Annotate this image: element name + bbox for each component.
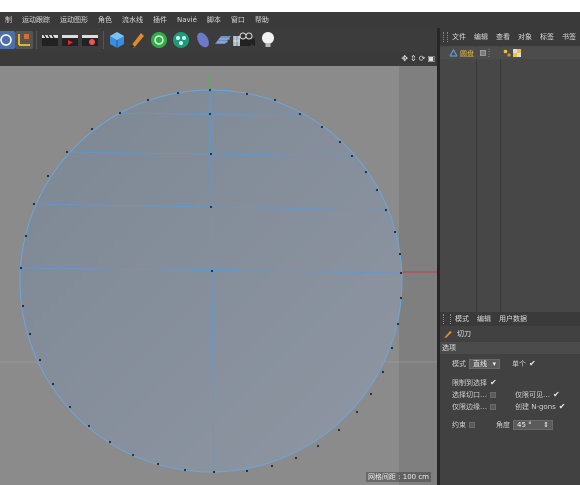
am-menu-item[interactable]: 用户数据 — [495, 314, 531, 324]
single-label: 单个 — [512, 360, 526, 368]
create-ngons-checkbox[interactable]: ✔ — [559, 403, 566, 411]
angle-field[interactable]: 45 ° ⇕ — [513, 420, 553, 430]
top-margin — [0, 0, 580, 12]
disc-object-icon — [449, 49, 458, 57]
toolbar-separator — [36, 31, 37, 49]
menu-item[interactable]: 运动图形 — [55, 12, 93, 28]
om-menu-item[interactable]: 编辑 — [470, 32, 492, 42]
subdivision-surface-icon[interactable] — [149, 30, 169, 50]
menu-item[interactable]: 运动跟踪 — [17, 12, 55, 28]
rotate-icon[interactable]: ⟳ — [419, 54, 426, 64]
object-row[interactable]: 圆盘 :: — [440, 47, 580, 59]
render-view-icon[interactable] — [40, 30, 60, 50]
menu-item[interactable]: Navié — [172, 12, 202, 28]
menu-item[interactable]: 帮助 — [250, 12, 274, 28]
main-toolbar — [0, 28, 437, 52]
mode-row: 模式 直线 ▾ — [452, 359, 500, 369]
object-manager-menu: 文件 编辑 查看 对象 标签 书签 — [440, 28, 580, 46]
render-picture-viewer-icon[interactable] — [60, 30, 80, 50]
mode-dropdown[interactable]: 直线 ▾ — [469, 359, 500, 369]
restrict-row: 限制到选择 ✔ — [452, 378, 497, 388]
create-ngons-label: 创建 N-gons — [515, 403, 556, 411]
angle-value: 45 ° — [517, 421, 532, 429]
camera-icon[interactable] — [237, 30, 257, 50]
om-menu-item[interactable]: 查看 — [492, 32, 514, 42]
am-menu-item[interactable]: 编辑 — [473, 314, 495, 324]
single-row: 单个 ✔ — [512, 359, 536, 369]
phong-tag-icon[interactable] — [513, 49, 521, 57]
section-tab[interactable]: 选项 — [440, 342, 580, 354]
coordinate-system-icon[interactable] — [14, 30, 34, 50]
restrict-label: 限制到选择 — [452, 379, 487, 387]
tool-title: 切刀 — [440, 326, 580, 342]
cloner-icon[interactable] — [171, 30, 191, 50]
column-divider — [476, 46, 477, 312]
tool-name: 切刀 — [457, 330, 471, 338]
constrain-row: 约束 — [452, 420, 475, 430]
move-icon[interactable]: ✥ — [401, 54, 408, 64]
cube-icon[interactable] — [107, 30, 127, 50]
om-menu-item[interactable]: 书签 — [558, 32, 580, 42]
chevron-down-icon: ▾ — [492, 360, 496, 368]
light-icon[interactable] — [258, 30, 278, 50]
attribute-manager-menu: 模式 编辑 用户数据 — [440, 312, 580, 326]
menu-item[interactable]: 插件 — [148, 12, 172, 28]
single-checkbox[interactable]: ✔ — [529, 360, 536, 368]
right-panel: 文件 编辑 查看 对象 标签 书签 圆盘 :: 模式 编辑 用户数据 切刀 选项 — [440, 28, 580, 485]
visibility-dots-icon[interactable]: :: — [488, 48, 490, 59]
constrain-checkbox[interactable] — [469, 422, 475, 428]
mode-value: 直线 — [473, 360, 487, 368]
edges-only-row: 仅限边缘… — [452, 402, 496, 412]
maximize-icon[interactable]: ▣ — [427, 54, 435, 64]
om-menu-item[interactable]: 文件 — [448, 32, 470, 42]
edges-only-checkbox[interactable] — [490, 404, 496, 410]
select-cut-checkbox[interactable] — [490, 392, 496, 398]
viewport[interactable]: 网格间距 : 100 cm — [0, 66, 437, 485]
constrain-label: 约束 — [452, 421, 466, 429]
deformer-icon[interactable] — [193, 30, 213, 50]
viewport-header: ✥ ⇕ ⟳ ▣ — [0, 52, 437, 66]
toolbar-separator — [103, 31, 104, 49]
object-manager[interactable]: 圆盘 :: — [440, 46, 580, 312]
visible-only-checkbox[interactable]: ✔ — [553, 391, 560, 399]
angle-label: 角度 — [496, 421, 510, 429]
main-menu-bar: 制 运动跟踪 运动图形 角色 流水线 插件 Navié 脚本 窗口 帮助 — [0, 12, 580, 28]
viewport-nav-icons: ✥ ⇕ ⟳ ▣ — [401, 54, 435, 64]
grid-spacing-label: 网格间距 : 100 cm — [365, 472, 431, 482]
panel-grip-icon[interactable] — [443, 314, 451, 324]
om-menu-item[interactable]: 对象 — [514, 32, 536, 42]
knife-icon — [444, 331, 452, 338]
attribute-manager: 模式 编辑 用户数据 切刀 选项 模式 直线 ▾ 单个 ✔ 限制到选择 ✔ 选择切… — [440, 312, 580, 485]
disc-polygon[interactable] — [19, 89, 403, 473]
column-divider — [500, 46, 501, 312]
select-cut-row: 选择切口… — [452, 390, 496, 400]
object-name[interactable]: 圆盘 — [460, 49, 474, 59]
menu-item[interactable]: 脚本 — [202, 12, 226, 28]
create-ngons-row: 创建 N-gons ✔ — [515, 402, 566, 412]
mode-label: 模式 — [452, 360, 466, 368]
disc-mesh[interactable] — [0, 66, 437, 485]
menu-item[interactable]: 窗口 — [226, 12, 250, 28]
restrict-checkbox[interactable]: ✔ — [490, 379, 497, 387]
visible-only-label: 仅限可见… — [515, 391, 550, 399]
menu-item[interactable]: 制 — [0, 12, 17, 28]
zoom-icon[interactable]: ⇕ — [410, 54, 417, 64]
angle-row: 角度 45 ° ⇕ — [496, 420, 553, 430]
pen-spline-icon[interactable] — [127, 30, 147, 50]
layer-icon[interactable] — [480, 50, 486, 56]
render-settings-icon[interactable] — [80, 30, 100, 50]
edges-only-label: 仅限边缘… — [452, 403, 487, 411]
stepper-icon[interactable]: ⇕ — [543, 421, 549, 429]
visible-only-row: 仅限可见… ✔ — [515, 390, 560, 400]
menu-item[interactable]: 角色 — [93, 12, 117, 28]
am-menu-item[interactable]: 模式 — [451, 314, 473, 324]
floor-icon[interactable] — [213, 30, 233, 50]
enable-check-icon[interactable] — [503, 49, 511, 57]
menu-item[interactable]: 流水线 — [117, 12, 148, 28]
om-menu-item[interactable]: 标签 — [536, 32, 558, 42]
select-cut-label: 选择切口… — [452, 391, 487, 399]
